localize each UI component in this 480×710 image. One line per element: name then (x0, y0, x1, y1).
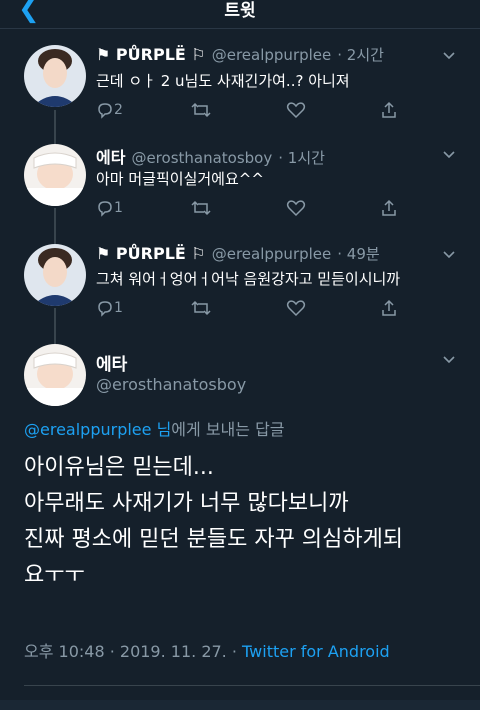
reply-icon (98, 103, 112, 119)
chevron-down-icon[interactable] (442, 247, 456, 261)
tweet-actions: 2 (96, 99, 456, 121)
avatar[interactable] (24, 144, 86, 206)
tweet-actions: 1 (96, 297, 456, 319)
reply-button[interactable]: 1 (96, 197, 123, 219)
like-button[interactable] (286, 99, 306, 121)
text-line: 아무래도 사재기가 너무 많다보니까 (24, 491, 349, 516)
heart-icon (286, 300, 306, 317)
tweet-author: ⚑ PŮRPLË ⚐ @erealppurplee · 49분 (96, 243, 380, 264)
like-button[interactable] (286, 197, 306, 219)
display-name: PŮRPLË (115, 45, 186, 64)
flag-icon: ⚐ (185, 244, 206, 263)
handle: @erosthanatosboy (131, 149, 273, 167)
top-bar: ❮ 트윗 (0, 0, 480, 28)
heart-icon (286, 200, 306, 217)
thread-line (54, 308, 56, 344)
text-line: 아이유님은 믿는데... (24, 455, 214, 480)
reply-button[interactable]: 1 (96, 297, 123, 319)
share-icon (382, 101, 396, 118)
focus-tweet-text: 아이유님은 믿는데... 아무래도 사재기가 너무 많다보니까 진짜 평소에 믿… (24, 450, 464, 594)
tweet-text: 근데 ㅇㅏ 2 u님도 사재긴가여..? 아니져 (96, 72, 350, 90)
flag-icon: ⚑ (96, 244, 116, 263)
focus-display-name: 에타 (96, 355, 128, 375)
mention-link[interactable]: @erealppurplee 님 (24, 420, 171, 439)
like-button[interactable] (286, 297, 306, 319)
chevron-down-icon[interactable] (442, 48, 456, 62)
share-button[interactable] (380, 99, 398, 121)
source-link[interactable]: Twitter for Android (242, 642, 390, 661)
divider (0, 28, 480, 29)
tweet-timestamp: 오후 10:48 · 2019. 11. 27. · (24, 642, 243, 661)
share-button[interactable] (380, 297, 398, 319)
text-line: 진짜 평소에 믿던 분들도 자꾸 의심하게되 (24, 527, 404, 552)
chevron-down-icon[interactable] (442, 147, 456, 161)
avatar[interactable] (24, 244, 86, 306)
share-icon (382, 299, 396, 316)
handle: @erealppurplee (211, 245, 332, 263)
timestamp: · 2시간 (337, 46, 384, 64)
retweet-button[interactable] (190, 297, 212, 319)
text-line: 요ㅜㅜ (24, 563, 85, 588)
reply-count: 2 (114, 102, 123, 118)
timestamp: · 1시간 (278, 149, 325, 167)
share-button[interactable] (380, 197, 398, 219)
divider (24, 685, 480, 686)
reply-icon (98, 301, 112, 317)
replying-suffix: 에게 보내는 답글 (171, 420, 285, 439)
flag-icon: ⚐ (185, 45, 206, 64)
flag-icon: ⚑ (96, 45, 116, 64)
page-title: 트윗 (224, 1, 256, 21)
focus-avatar[interactable] (24, 344, 86, 406)
tweet-text: 아마 머글픽이실거에요^^ (96, 170, 264, 188)
share-icon (382, 199, 396, 216)
thread-line (54, 110, 56, 144)
display-name: PŮRPLË (115, 244, 186, 263)
retweet-icon (191, 102, 211, 118)
tweet-meta: 오후 10:48 · 2019. 11. 27. · Twitter for A… (24, 638, 390, 662)
reply-icon (98, 201, 112, 217)
replying-to: @erealppurplee 님에게 보내는 답글 (24, 416, 285, 440)
avatar[interactable] (24, 45, 86, 107)
reply-button[interactable]: 2 (96, 99, 123, 121)
retweet-icon (191, 200, 211, 216)
heart-icon (286, 102, 306, 119)
tweet-author: 에타 @erosthanatosboy · 1시간 (96, 144, 325, 168)
reply-count: 1 (114, 200, 123, 216)
timestamp: · 49분 (337, 245, 380, 263)
tweet-text: 그쳐 워어ㅓ엉어ㅓ어낙 음원강자고 믿듣이시니까 (96, 270, 401, 288)
retweet-button[interactable] (190, 197, 212, 219)
retweet-icon (191, 300, 211, 316)
reply-count: 1 (114, 300, 123, 316)
tweet-actions: 1 (96, 197, 456, 219)
focus-handle: @erosthanatosboy (96, 375, 247, 394)
thread-line (54, 208, 56, 244)
handle: @erealppurplee (211, 46, 332, 64)
retweet-button[interactable] (190, 99, 212, 121)
display-name: 에타 (96, 148, 126, 167)
tweet-author: ⚑ PŮRPLË ⚐ @erealppurplee · 2시간 (96, 44, 384, 65)
chevron-down-icon[interactable] (442, 352, 456, 366)
composer-strip[interactable] (0, 700, 480, 710)
